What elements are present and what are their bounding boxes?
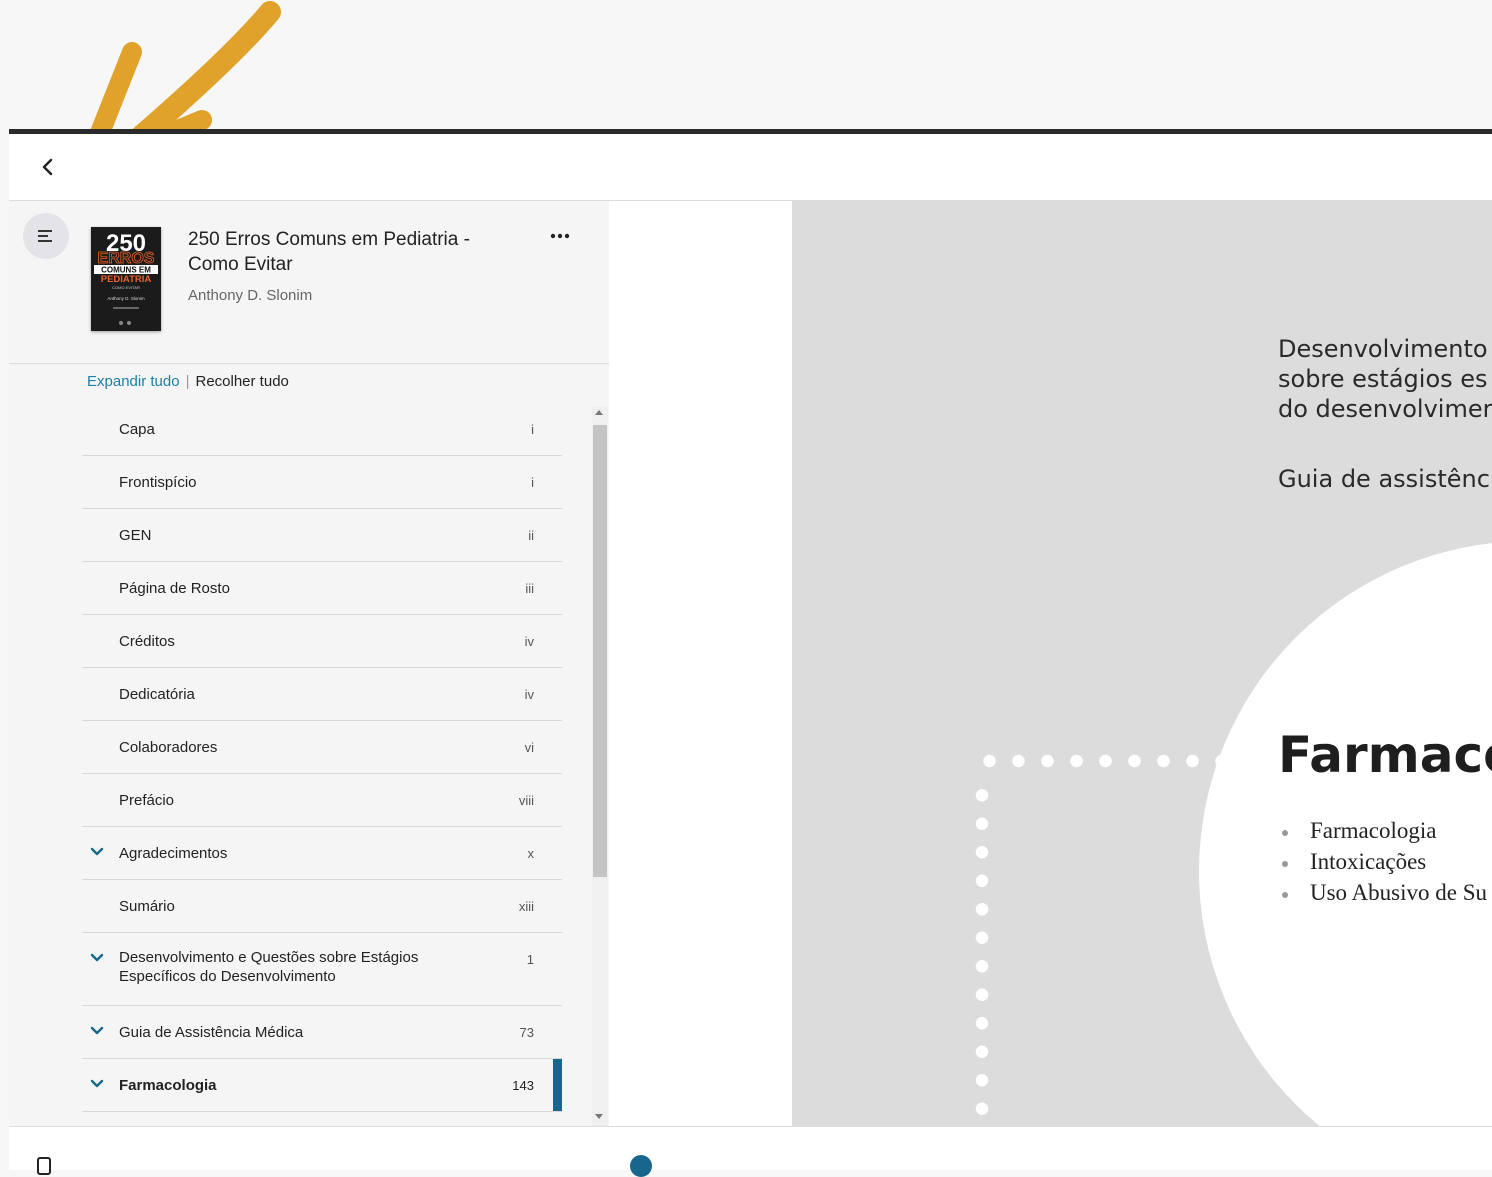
chapter-topic: Uso Abusivo de Su (1282, 877, 1487, 908)
toc-item-page: viii (518, 793, 534, 808)
cover-subtitle: COMO EVITAR (112, 285, 140, 290)
chevron-down-icon[interactable] (89, 1076, 105, 1092)
dotted-decoration (975, 754, 1225, 768)
toc-item-desenvolvimento[interactable]: Desenvolvimento e Questões sobre Estágio… (82, 933, 562, 1006)
collapse-all-link[interactable]: Recolher tudo (195, 373, 288, 390)
chapter-topics: Farmacologia Intoxicações Uso Abusivo de… (1282, 815, 1487, 908)
toc-scrollbar-thumb[interactable] (593, 425, 607, 877)
cover-line2: PEDIATRIA (101, 274, 152, 285)
toc-item-label: Prefácio (119, 792, 175, 809)
dotted-decoration (975, 781, 989, 1126)
progress-handle[interactable] (630, 1155, 652, 1177)
toc-item-label: Desenvolvimento e Questões sobre Estágio… (119, 949, 419, 985)
page-text-line: sobre estágios es (1278, 365, 1488, 393)
chapter-topic-label: Intoxicações (1310, 849, 1427, 874)
toc-item-label: Dedicatória (119, 686, 195, 703)
toc-item-page: iv (524, 687, 534, 702)
toc-controls: Expandir tudo | Recolher tudo (87, 373, 289, 390)
chapter-topic: Intoxicações (1282, 846, 1487, 877)
sidebar-divider (9, 363, 609, 364)
scroll-down-arrow-icon[interactable] (595, 1114, 603, 1119)
toc-item-page: 143 (512, 1078, 534, 1093)
toc-item-label: Capa (119, 421, 155, 438)
toc-item-page: 1 (526, 952, 534, 967)
toc-item-guia-assistencia[interactable]: Guia de Assistência Médica 73 (82, 1006, 562, 1059)
toc-item-sumario[interactable]: Sumário xiii (82, 880, 562, 933)
toc-list: Capa i Frontispício i GEN ii Página de R… (82, 403, 562, 1125)
chevron-down-icon[interactable] (89, 950, 105, 966)
chapter-topic-label: Uso Abusivo de Su (1310, 880, 1487, 905)
toc-item-page: vi (524, 740, 534, 755)
book-author: Anthony D. Slonim (188, 287, 313, 304)
toc-item-label: Guia de Assistência Médica (119, 1024, 304, 1041)
toc-item-creditos[interactable]: Créditos iv (82, 615, 562, 668)
toc-item-page: x (527, 846, 535, 861)
reader-margin (609, 201, 792, 1126)
toc-controls-separator: | (185, 373, 190, 390)
cover-authors: Anthony D. Slonim (107, 296, 145, 301)
toc-item-page: iv (524, 634, 534, 649)
chapter-title: Farmaco (1278, 726, 1492, 784)
chapter-topic: Farmacologia (1282, 815, 1487, 846)
toc-item-page: ii (528, 528, 534, 543)
toc-item-page: i (531, 422, 534, 437)
toc-sidebar: 250 ERROS COMUNS EM PEDIATRIA COMO EVITA… (9, 201, 609, 1126)
menu-icon (38, 230, 52, 242)
toc-item-page: xiii (518, 899, 534, 914)
scroll-up-arrow-icon[interactable] (595, 410, 603, 415)
bookmark-icon[interactable] (37, 1157, 51, 1175)
toc-item-agradecimentos[interactable]: Agradecimentos x (82, 827, 562, 880)
toc-item-pagina-de-rosto[interactable]: Página de Rosto iii (82, 562, 562, 615)
reader-header (9, 134, 1492, 201)
toc-item-page: iii (525, 581, 534, 596)
toc-item-label: Sumário (119, 898, 175, 915)
page-text-line: Desenvolvimento (1278, 335, 1488, 363)
chevron-down-icon[interactable] (89, 1023, 105, 1039)
back-button[interactable] (35, 152, 61, 182)
chevron-left-icon (42, 158, 53, 176)
more-horizontal-icon (550, 233, 570, 239)
page-text-line: do desenvolvimer (1278, 395, 1492, 423)
svg-text:ERROS: ERROS (98, 250, 155, 267)
active-item-indicator (553, 1059, 562, 1111)
toc-item-page: i (531, 475, 534, 490)
toc-item-dedicatoria[interactable]: Dedicatória iv (82, 668, 562, 721)
toc-item-label: GEN (119, 527, 152, 544)
toc-item-label: Colaboradores (119, 739, 218, 756)
expand-all-link[interactable]: Expandir tudo (87, 373, 180, 390)
reader-footer (9, 1126, 1492, 1177)
book-cover: 250 ERROS COMUNS EM PEDIATRIA COMO EVITA… (91, 227, 161, 331)
toc-item-label: Agradecimentos (119, 845, 228, 862)
toc-item-farmacologia[interactable]: Farmacologia 143 (82, 1059, 562, 1112)
toc-item-prefacio[interactable]: Prefácio viii (82, 774, 562, 827)
toc-item-colaboradores[interactable]: Colaboradores vi (82, 721, 562, 774)
toc-item-gen[interactable]: GEN ii (82, 509, 562, 562)
chapter-topic-label: Farmacologia (1310, 818, 1437, 843)
toc-item-label: Página de Rosto (119, 580, 230, 597)
toc-item-label: Farmacologia (119, 1077, 217, 1094)
toc-item-label: Frontispício (119, 474, 197, 491)
page-text-line: Guia de assistênc (1278, 465, 1490, 493)
more-options-button[interactable] (546, 225, 574, 247)
chevron-down-icon[interactable] (89, 844, 105, 860)
toc-item-capa[interactable]: Capa i (82, 403, 562, 456)
toc-item-frontispicio[interactable]: Frontispício i (82, 456, 562, 509)
toc-item-label: Créditos (119, 633, 175, 650)
menu-button[interactable] (23, 213, 69, 259)
reader-window: 250 ERROS COMUNS EM PEDIATRIA COMO EVITA… (9, 129, 1492, 1177)
book-page: Desenvolvimento sobre estágios es do des… (792, 201, 1492, 1126)
toc-item-page: 73 (519, 1025, 534, 1040)
book-title: 250 Erros Comuns em Pediatria - Como Evi… (188, 229, 470, 275)
